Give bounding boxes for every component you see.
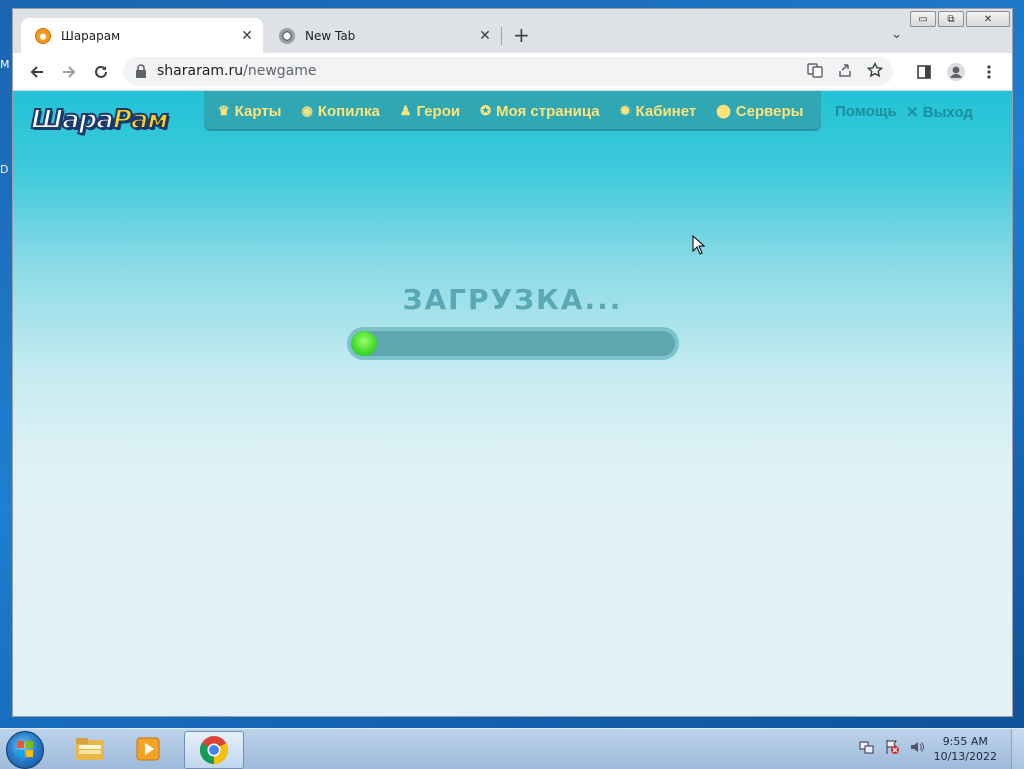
logo-text-part2: Рам [112, 104, 170, 136]
nav-item-maps[interactable]: ♛ Карты [218, 103, 281, 120]
chrome-favicon-icon [279, 27, 295, 44]
loading-progress-bar [347, 327, 679, 360]
location-pin-icon: ⬤ [716, 103, 731, 118]
shararam-favicon-icon [35, 27, 51, 44]
media-player-icon [136, 737, 160, 761]
desktop-icon-label[interactable]: D [0, 163, 8, 176]
desktop-icon-label[interactable]: M [0, 58, 10, 71]
taskbar: 9:55 AM 10/13/2022 [0, 728, 1024, 769]
chrome-icon [200, 736, 228, 764]
bookmark-star-icon[interactable] [866, 61, 884, 82]
crown-icon: ♛ [218, 103, 230, 118]
nav-item-label: Серверы [735, 102, 804, 120]
mouse-cursor-icon [692, 235, 706, 255]
lock-icon[interactable] [135, 64, 147, 78]
page-content: ШараРам ♛ Карты ◉ Копилка ♟ Герои ✪ Моя … [13, 91, 1012, 716]
tab-title: New Tab [305, 28, 356, 43]
network-icon[interactable] [859, 739, 875, 759]
tab-strip: Шарарам ✕ New Tab ✕ + ⌄ [13, 9, 1012, 53]
nav-item-heroes[interactable]: ♟ Герои [400, 103, 460, 120]
back-icon[interactable] [26, 61, 48, 83]
nav-item-label: Кабинет [635, 102, 697, 120]
tab-title: Шарарам [61, 28, 121, 43]
tab-search-icon[interactable]: ⌄ [891, 27, 902, 42]
tab-separator [501, 27, 502, 45]
browser-toolbar: shararam.ru/newgame [13, 53, 1012, 91]
volume-icon[interactable] [909, 739, 925, 759]
nav-item-piggybank[interactable]: ◉ Копилка [301, 103, 379, 120]
progress-track [351, 331, 675, 356]
star-icon: ✪ [480, 103, 491, 118]
nav-item-label: Герои [416, 102, 461, 120]
clock-time: 9:55 AM [942, 735, 988, 748]
address-bar-actions [807, 61, 884, 82]
shararam-logo[interactable]: ШараРам [30, 104, 170, 136]
new-tab-button[interactable]: + [513, 25, 530, 45]
clock-date: 10/13/2022 [933, 750, 997, 763]
share-icon[interactable] [837, 62, 853, 82]
progress-fill [351, 331, 377, 356]
nav-item-label: Копилка [317, 102, 380, 120]
reload-icon[interactable] [90, 61, 112, 83]
main-nav: ♛ Карты ◉ Копилка ♟ Герои ✪ Моя страница… [204, 91, 821, 131]
clock[interactable]: 9:55 AM 10/13/2022 [934, 734, 997, 764]
nav-item-servers[interactable]: ⬤ Серверы [716, 103, 803, 120]
start-button[interactable] [6, 731, 44, 769]
taskbar-media-player[interactable] [120, 731, 176, 767]
tab-shararam[interactable]: Шарарам ✕ [21, 18, 263, 53]
close-tab-icon[interactable]: ✕ [237, 28, 257, 44]
loading-text: ЗАГРУЗКА... [402, 283, 623, 316]
hero-icon: ♟ [399, 103, 412, 118]
action-center-flag-icon[interactable] [884, 739, 900, 759]
forward-icon[interactable] [58, 61, 80, 83]
windows-logo-icon [17, 741, 33, 757]
gear-icon: ✹ [619, 103, 631, 118]
url-text[interactable]: shararam.ru/newgame [157, 63, 317, 79]
nav-item-my-page[interactable]: ✪ Моя страница [480, 103, 600, 120]
logout-link[interactable]: ✕ Выход [906, 103, 973, 121]
show-desktop-button[interactable] [1011, 729, 1024, 769]
folder-icon [76, 738, 104, 760]
browser-menu-icon[interactable] [978, 61, 1000, 83]
profile-avatar-icon[interactable] [945, 61, 967, 83]
piggybank-icon: ◉ [301, 103, 313, 118]
url-path: /newgame [243, 63, 317, 79]
help-link[interactable]: Помощь [835, 103, 897, 120]
close-icon: ✕ [906, 104, 919, 121]
logout-label: Выход [922, 104, 973, 121]
url-host: shararam.ru [157, 63, 244, 79]
system-tray: 9:55 AM 10/13/2022 [859, 729, 1024, 769]
translate-icon[interactable] [807, 62, 823, 82]
side-panel-icon[interactable] [913, 61, 935, 83]
tab-new-tab[interactable]: New Tab ✕ [265, 18, 501, 53]
nav-item-label: Моя страница [496, 102, 600, 120]
nav-item-label: Карты [234, 102, 282, 120]
nav-item-cabinet[interactable]: ✹ Кабинет [620, 103, 697, 120]
logo-text-part1: Шара [30, 104, 115, 136]
taskbar-chrome[interactable] [184, 731, 244, 769]
close-tab-icon[interactable]: ✕ [475, 28, 495, 44]
address-bar[interactable]: shararam.ru/newgame [123, 57, 893, 86]
browser-window: ▭ ⧉ ✕ Шарарам ✕ New Tab ✕ + ⌄ shararam.r… [12, 8, 1013, 717]
taskbar-explorer[interactable] [62, 731, 118, 767]
